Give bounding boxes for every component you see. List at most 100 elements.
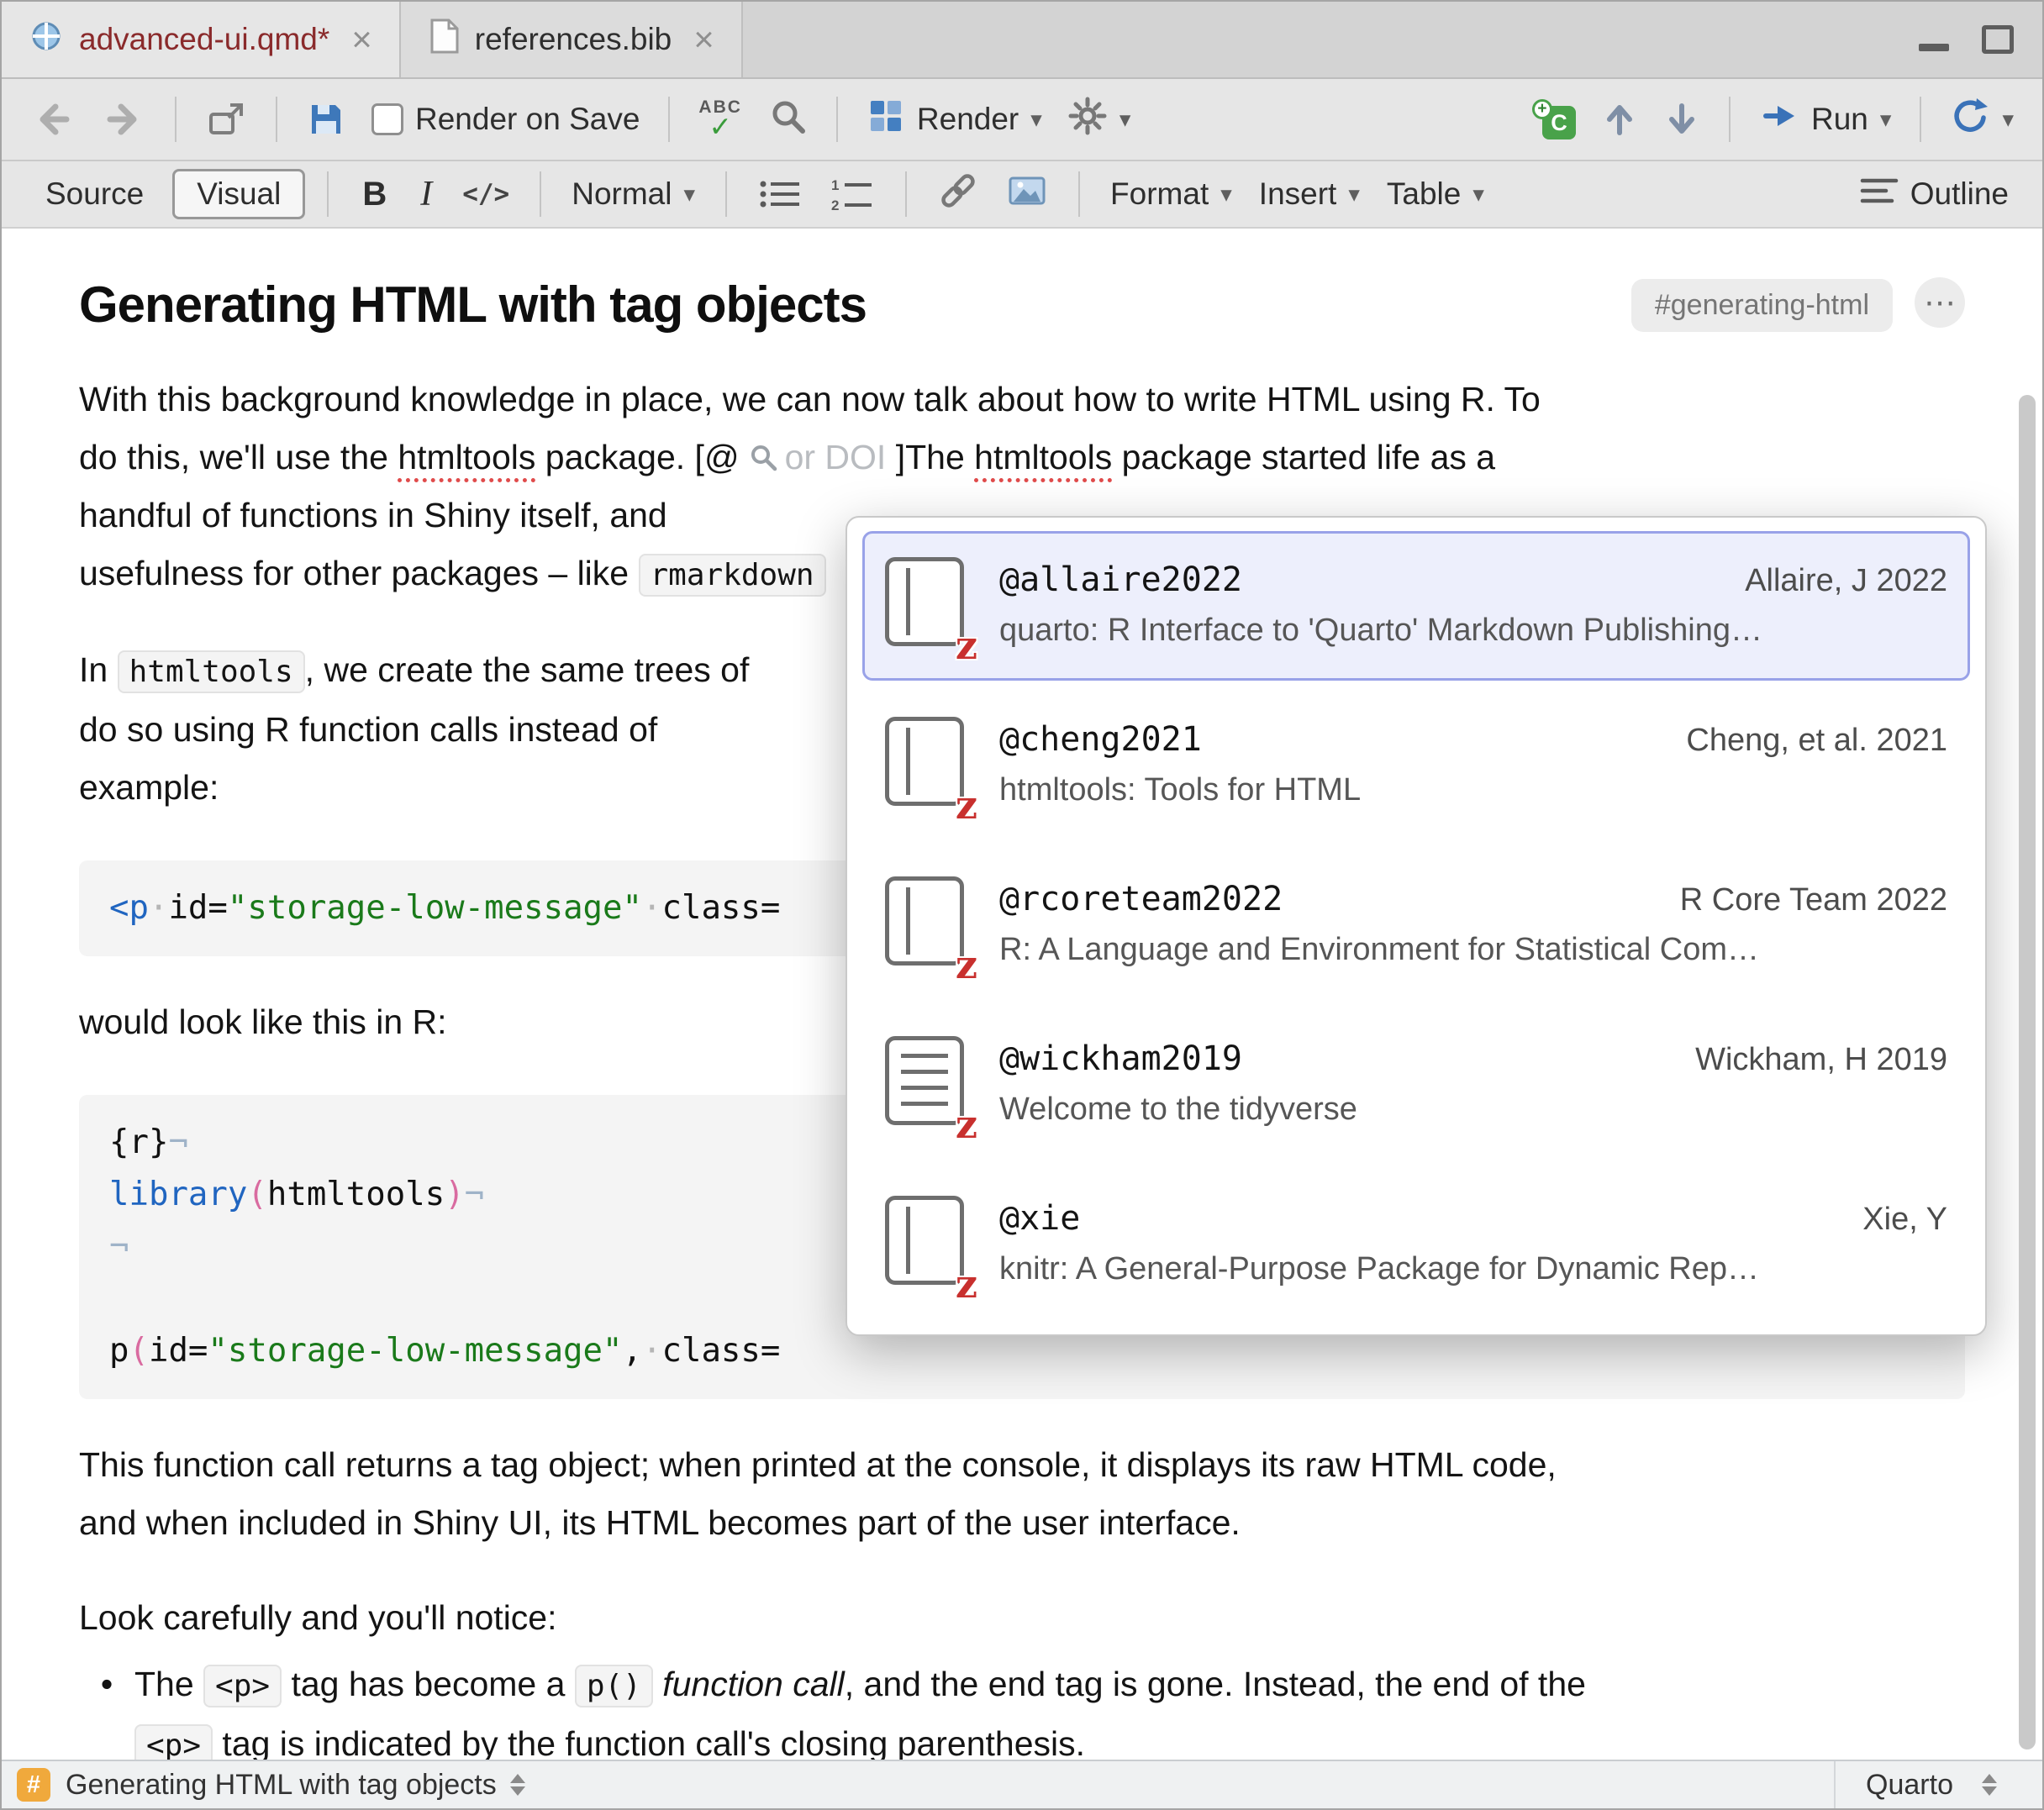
image-icon [1006,170,1048,219]
search-icon [740,438,785,476]
render-on-save-label: Render on Save [415,102,640,137]
image-button[interactable] [998,165,1056,224]
quarto-file-icon [29,18,64,61]
chevron-down-icon[interactable]: ▾ [1472,182,1484,208]
more-options-button[interactable]: ⋯ [1915,277,1965,328]
bold-button[interactable]: B [350,176,398,213]
citation-title: htmltools: Tools for HTML [999,772,1947,808]
zotero-badge-icon: z [956,1265,977,1303]
find-button[interactable] [759,91,816,149]
toolbar-right-cluster: +C Run ▾ ▾ [1524,91,2022,149]
tab-references-bib[interactable]: references.bib × [401,2,743,77]
chevron-down-icon[interactable]: ▾ [2002,107,2014,133]
minimize-icon[interactable] [1916,25,1952,54]
zotero-badge-icon: z [956,786,977,824]
gear-icon [1067,96,1108,144]
source-rerun-button[interactable]: ▾ [1941,91,2022,149]
article-icon: z [885,1036,972,1134]
up-down-icon [1982,1774,1997,1796]
current-section-label: Generating HTML with tag objects [66,1769,497,1802]
chevron-down-icon[interactable]: ▾ [683,182,695,208]
citation-author-year: Wickham, H 2019 [1670,1042,1947,1078]
document-mode-selector[interactable]: Quarto [1834,1761,2027,1808]
heading-hash-icon: # [17,1768,50,1802]
tab-bar: advanced-ui.qmd* × references.bib × [2,2,2042,79]
separator [1920,97,1921,142]
italic-button[interactable]: I [408,174,444,214]
section-anchor-badge: #generating-html [1631,279,1893,332]
book-icon: z [885,717,972,814]
citation-item-cheng2021[interactable]: z @cheng2021Cheng, et al. 2021 htmltools… [862,691,1970,840]
paragraph: Look carefully and you'll notice: [79,1589,1965,1647]
separator [175,97,176,142]
forward-button[interactable] [92,92,155,147]
save-button[interactable] [298,94,355,145]
zotero-badge-icon: z [956,626,977,665]
citation-item-rcoreteam2022[interactable]: z @rcoreteam2022R Core Team 2022 R: A La… [862,850,1970,1000]
render-button[interactable]: Render ▾ [858,92,1051,148]
close-icon[interactable]: × [351,22,372,57]
previous-section-button[interactable] [1593,96,1646,143]
citation-input-widget[interactable]: @or DOI [704,438,886,476]
table-menu-label: Table [1387,176,1461,212]
vertical-scrollbar[interactable] [2019,395,2036,1749]
bullet-icon: • [79,1655,134,1760]
source-mode-toggle[interactable]: Source [27,171,162,217]
misspelled-word: htmltools [974,438,1112,476]
svg-text:2: 2 [831,197,839,213]
open-in-new-window-button[interactable] [197,93,256,145]
back-button[interactable] [22,92,84,147]
section-navigation-button[interactable]: # Generating HTML with tag objects [17,1768,525,1802]
render-on-save-checkbox[interactable]: Render on Save [363,97,648,142]
paragraph-style-label: Normal [572,176,672,212]
citation-item-wickham2019[interactable]: z @wickham2019Wickham, H 2019 Welcome to… [862,1010,1970,1160]
outline-toggle[interactable]: Outline [1852,169,2017,220]
inline-code-button[interactable]: </> [454,179,518,209]
format-menu[interactable]: Format▾ [1102,171,1241,217]
citation-title: knitr: A General-Purpose Package for Dyn… [999,1251,1947,1287]
link-icon [937,170,979,219]
insert-chunk-button[interactable]: +C [1524,94,1584,145]
bullet-list-button[interactable] [749,171,811,218]
inline-code-chip: rmarkdown [639,554,826,597]
citation-author-year: Xie, Y [1837,1202,1947,1238]
render-label: Render [917,102,1019,137]
run-icon [1759,96,1799,144]
citation-item-xie[interactable]: z @xieXie, Y knitr: A General-Purpose Pa… [862,1170,1970,1319]
tab-advanced-ui-qmd[interactable]: advanced-ui.qmd* × [2,2,401,77]
numbered-list-button[interactable]: 12 [821,171,883,218]
close-icon[interactable]: × [693,22,714,57]
next-section-button[interactable] [1655,96,1709,143]
paragraph-style-dropdown[interactable]: Normal ▾ [563,171,703,217]
run-label: Run [1811,102,1868,137]
separator [905,171,907,217]
inline-code-chip: <p> [134,1724,213,1760]
insert-menu-label: Insert [1259,176,1337,212]
citation-key: @wickham2019 [999,1039,1242,1078]
separator [836,97,838,142]
chevron-down-icon[interactable]: ▾ [1030,107,1042,133]
visual-mode-toggle[interactable]: Visual [172,169,305,219]
run-button[interactable]: Run ▾ [1751,91,1899,149]
separator [725,171,727,217]
table-menu[interactable]: Table ▾ [1378,171,1493,217]
inline-code-chip: p() [575,1665,653,1707]
chevron-down-icon[interactable]: ▾ [1220,182,1232,208]
chevron-down-icon[interactable]: ▾ [1880,107,1892,133]
link-button[interactable] [929,165,988,224]
maximize-icon[interactable] [1982,25,2014,54]
status-bar: # Generating HTML with tag objects Quart… [2,1760,2042,1808]
separator [327,171,329,217]
spellcheck-button[interactable]: ABC✓ [690,93,751,145]
insert-menu[interactable]: Insert ▾ [1251,171,1368,217]
chevron-down-icon[interactable]: ▾ [1348,182,1360,208]
separator [276,97,277,142]
citation-placeholder: or DOI [785,438,887,476]
checkbox-icon[interactable] [371,103,403,135]
separator [1729,97,1731,142]
zotero-badge-icon: z [956,1105,977,1144]
citation-author-year: R Core Team 2022 [1655,882,1947,918]
chevron-down-icon[interactable]: ▾ [1119,107,1131,133]
render-settings-button[interactable]: ▾ [1059,91,1140,149]
citation-item-allaire2022[interactable]: z @allaire2022Allaire, J 2022 quarto: R … [862,531,1970,681]
